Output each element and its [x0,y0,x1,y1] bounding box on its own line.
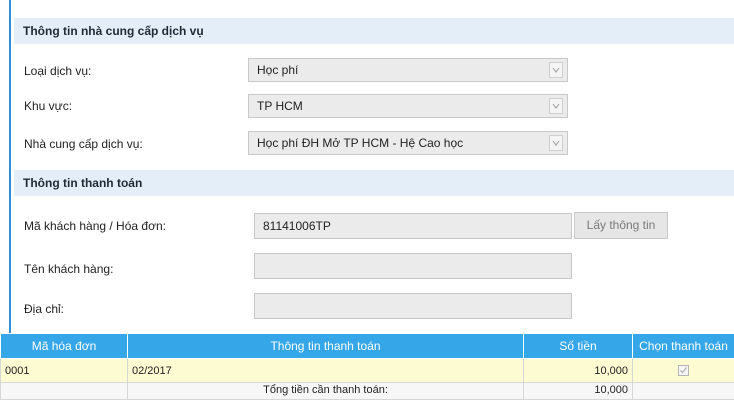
service-type-label: Loại dịch vụ: [24,64,92,78]
customer-name-label: Tên khách hàng: [24,262,114,276]
total-empty-cell-2 [632,382,734,400]
invoice-code-cell: 0001 [0,358,128,383]
provider-label: Nhà cung cấp dịch vụ: [24,137,143,151]
chevron-down-icon[interactable] [549,98,563,114]
service-type-value: Học phí [257,63,299,77]
invoice-table: Mã hóa đơn Thông tin thanh toán Số tiền … [0,333,734,400]
provider-select[interactable]: Học phí ĐH Mở TP HCM - Hệ Cao học [248,131,568,155]
provider-section-header: Thông tin nhà cung cấp dịch vụ [14,18,734,44]
column-header-select-payment: Chọn thanh toán [632,333,734,359]
total-value: 10,000 [523,382,633,400]
column-header-payment-info: Thông tin thanh toán [127,333,524,359]
payment-info-cell: 02/2017 [127,358,524,383]
payment-section-header: Thông tin thanh toán [14,170,734,196]
amount-cell: 10,000 [523,358,633,383]
total-label: Tổng tiền cần thanh toán: [127,382,524,400]
service-type-select[interactable]: Học phí [248,58,568,82]
select-payment-checkbox[interactable] [678,365,689,377]
total-row: Tổng tiền cần thanh toán: 10,000 [0,382,734,400]
invoice-table-header: Mã hóa đơn Thông tin thanh toán Số tiền … [0,333,734,359]
checkmark-icon [680,367,687,374]
address-input[interactable] [254,293,572,319]
customer-code-label: Mã khách hàng / Hóa đơn: [24,219,166,233]
customer-code-input[interactable]: 81141006TP [254,213,572,239]
get-info-button[interactable]: Lấy thông tin [574,212,668,239]
region-label: Khu vực: [24,99,73,113]
select-payment-cell[interactable] [632,358,734,383]
customer-name-input[interactable] [254,253,572,279]
total-empty-cell [0,382,128,400]
column-header-invoice-code: Mã hóa đơn [0,333,128,359]
region-select[interactable]: TP HCM [248,94,568,118]
chevron-down-icon[interactable] [549,62,563,78]
column-header-amount: Số tiền [523,333,633,359]
address-label: Địa chỉ: [24,302,65,316]
table-row[interactable]: 0001 02/2017 10,000 [0,358,734,383]
provider-value: Học phí ĐH Mở TP HCM - Hệ Cao học [257,136,464,150]
region-value: TP HCM [257,99,303,113]
chevron-down-icon[interactable] [549,135,563,151]
